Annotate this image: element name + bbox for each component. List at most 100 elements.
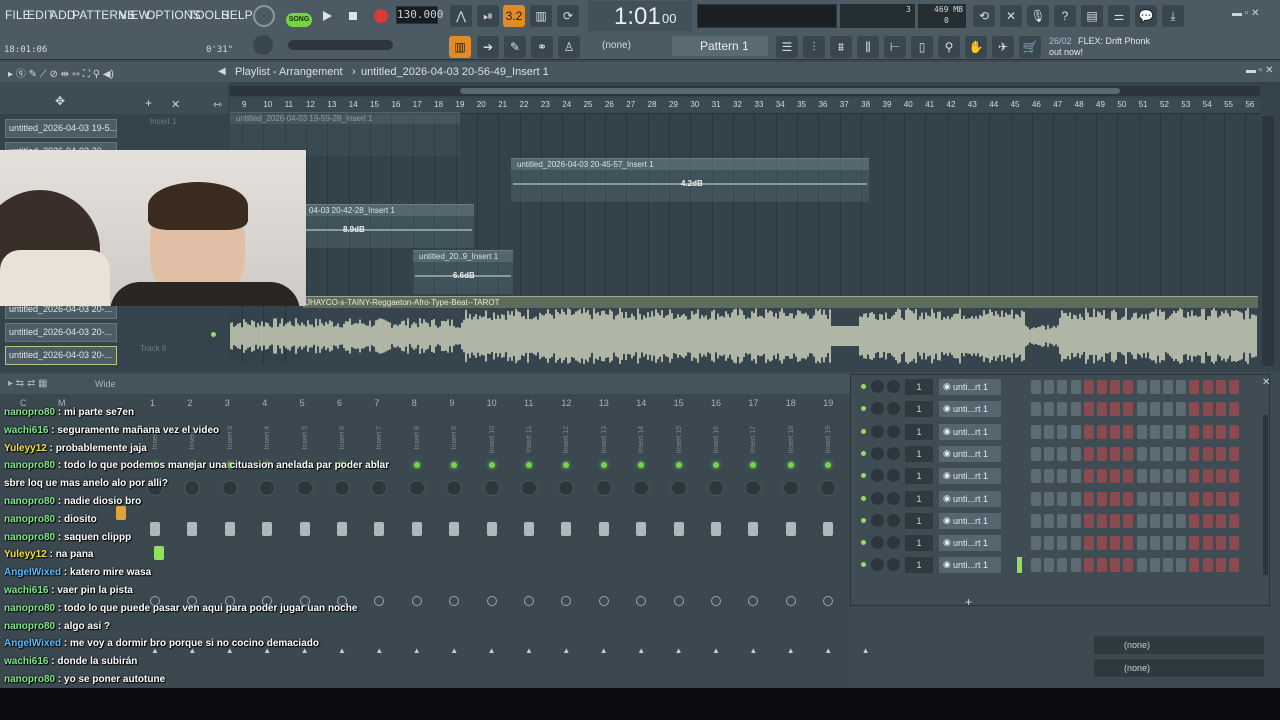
loop-record-button[interactable]: ⟳ <box>557 5 579 27</box>
step-button[interactable] <box>1215 424 1226 439</box>
stamp-button[interactable]: ♙ <box>558 36 580 58</box>
mixer-volume-fader[interactable] <box>636 522 647 536</box>
mic-button[interactable]: 🎙 <box>1027 5 1049 27</box>
undo-history-button[interactable]: ⟲ <box>973 5 995 27</box>
mixer-mute-led[interactable] <box>451 462 458 468</box>
mixer-pan-knob[interactable] <box>820 480 837 496</box>
step-button[interactable] <box>1229 446 1239 461</box>
step-button[interactable] <box>1057 380 1068 394</box>
mixer-volume-fader[interactable] <box>449 522 460 536</box>
step-button[interactable] <box>1163 491 1173 506</box>
step-button[interactable] <box>1097 536 1107 551</box>
mixer-send-icon[interactable] <box>711 596 721 606</box>
mixer-pan-knob[interactable] <box>670 480 687 496</box>
mixer-send-icon[interactable] <box>598 596 609 606</box>
ruler-bar-number[interactable]: 11 <box>285 100 293 109</box>
mixer-volume-fader[interactable] <box>524 522 534 536</box>
mixer-send-icon[interactable] <box>823 596 834 606</box>
mixer-pan-knob[interactable] <box>745 480 762 496</box>
step-button[interactable] <box>1097 491 1107 506</box>
pen-button[interactable]: ✎ <box>504 36 526 58</box>
step-button[interactable] <box>1123 424 1134 439</box>
step-button[interactable] <box>1031 469 1041 484</box>
step-button[interactable] <box>1176 491 1187 506</box>
mixer-send-icon[interactable] <box>524 596 534 606</box>
mixer-send-icon[interactable] <box>374 596 385 606</box>
step-button[interactable] <box>1215 558 1226 573</box>
chat-username[interactable]: nanopro80 <box>4 674 55 685</box>
chat-username[interactable]: AngelWixed <box>4 567 61 578</box>
mixer-route-icon[interactable]: ▲ <box>488 646 496 655</box>
channel-mixer-track[interactable]: 1 <box>905 512 933 529</box>
hint-text[interactable]: FLEX: Drift Phonk <box>1078 36 1150 46</box>
mixer-channel-number[interactable]: 6 <box>337 398 342 408</box>
step-button[interactable] <box>1110 380 1121 394</box>
mixer-mute-led[interactable] <box>526 462 532 468</box>
add-track-icon[interactable]: + <box>145 96 152 110</box>
pattern-none-label[interactable]: (none) <box>602 40 631 51</box>
channel-led[interactable] <box>861 562 866 568</box>
step-button[interactable] <box>1163 402 1173 417</box>
ruler-bar-number[interactable]: 42 <box>947 100 956 109</box>
step-button[interactable] <box>1070 536 1081 551</box>
mixer-channel-number[interactable]: 10 <box>487 398 497 408</box>
mixer-volume-fader[interactable] <box>337 522 347 536</box>
audio-clip-3[interactable]: 04-03 20-42-28_Insert 1 8.9dB <box>303 204 474 248</box>
mixer-mute-led[interactable] <box>600 462 607 468</box>
mixer-pan-knob[interactable] <box>782 480 799 496</box>
step-button[interactable] <box>1044 380 1055 394</box>
arrow-button[interactable]: ➔ <box>477 36 499 58</box>
channel-volume-knob[interactable] <box>871 513 884 527</box>
mixer-pan-knob[interactable] <box>558 480 575 496</box>
track-led[interactable] <box>211 332 216 337</box>
step-button[interactable] <box>1202 469 1213 484</box>
step-button[interactable] <box>1149 536 1160 551</box>
notes-button[interactable]: ▯ <box>911 36 933 58</box>
chat-username[interactable]: wachi616 <box>4 585 48 596</box>
ruler-bar-number[interactable]: 52 <box>1160 100 1169 109</box>
step-button[interactable] <box>1136 536 1147 551</box>
mixer-channel-number[interactable]: 19 <box>823 398 833 408</box>
step-button[interactable] <box>1123 446 1134 461</box>
mixer-route-icon[interactable]: ▲ <box>375 646 383 655</box>
step-button[interactable] <box>1123 491 1134 506</box>
step-button[interactable] <box>1136 491 1147 506</box>
ruler-bar-number[interactable]: 23 <box>541 100 550 109</box>
channel-mixer-track[interactable]: 1 <box>905 535 933 552</box>
add-channel-button[interactable]: + <box>965 595 972 609</box>
chat-username[interactable]: nanopro80 <box>4 407 55 418</box>
step-button[interactable] <box>1031 402 1041 417</box>
channel-volume-knob[interactable] <box>871 558 884 572</box>
channel-led[interactable] <box>861 517 866 523</box>
mixer-send-icon[interactable] <box>673 596 684 606</box>
channel-pan-knob[interactable] <box>887 491 900 505</box>
step-button[interactable] <box>1057 469 1068 484</box>
step-button[interactable] <box>1215 446 1226 461</box>
mixer-volume-fader[interactable] <box>673 522 684 536</box>
delete-track-icon[interactable]: ✕ <box>171 98 180 111</box>
playlist-button[interactable]: ☰ <box>776 36 798 58</box>
channel-volume-knob[interactable] <box>871 469 884 483</box>
browser-tree-button[interactable]: ⊢ <box>884 36 906 58</box>
step-button[interactable] <box>1189 536 1200 551</box>
step-button[interactable] <box>1163 446 1173 461</box>
step-button[interactable] <box>1083 446 1094 461</box>
step-button[interactable] <box>1149 491 1160 506</box>
channel-mixer-track[interactable]: 1 <box>905 490 933 507</box>
mixer-channel-number[interactable]: 1 <box>150 398 155 408</box>
chat-username[interactable]: wachi616 <box>4 656 48 667</box>
mixer-volume-fader[interactable] <box>374 522 385 536</box>
chat-username[interactable]: Yuleyy12 <box>4 549 47 560</box>
track-header-5[interactable]: untitled_2026-04-03 20-... <box>5 346 117 365</box>
mixer-channel-number[interactable]: 2 <box>187 398 192 408</box>
step-button[interactable] <box>1083 380 1094 394</box>
browser-button[interactable]: ⚌ <box>1108 5 1130 27</box>
step-button[interactable] <box>1083 469 1094 484</box>
step-button[interactable] <box>1097 402 1107 417</box>
ruler-bar-number[interactable]: 20 <box>477 100 486 109</box>
channel-volume-knob[interactable] <box>871 536 884 550</box>
step-button[interactable] <box>1044 424 1055 439</box>
mixer-pan-knob[interactable] <box>296 480 313 496</box>
step-button[interactable] <box>1176 513 1187 528</box>
step-button[interactable] <box>1083 491 1094 506</box>
